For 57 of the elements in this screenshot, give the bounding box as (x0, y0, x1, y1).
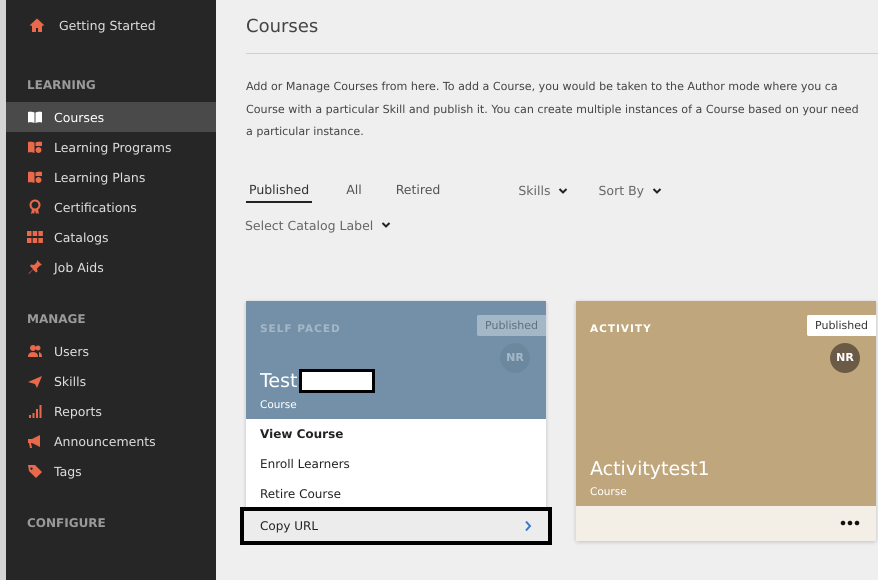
home-icon (29, 17, 45, 33)
chevron-down-icon (558, 186, 568, 196)
filter-dropdown[interactable]: Skills (518, 183, 568, 198)
chevron-right-icon (524, 520, 532, 532)
page-title: Courses (246, 16, 320, 37)
description-text: a particular instance. (246, 124, 365, 140)
nav-item[interactable]: Certifications (6, 192, 216, 222)
nav-item[interactable]: Getting Started (6, 10, 216, 40)
paper-plane-icon (27, 373, 43, 389)
filter-tab[interactable]: Retired (396, 178, 440, 203)
nav-item[interactable]: Learning Programs (6, 132, 216, 162)
grid-icon (27, 229, 43, 245)
description-text: Add or Manage Courses from here. To add a Course, you would be taken to the Author mode where you ca (246, 79, 839, 95)
card-type: ACTIVITY (590, 322, 652, 334)
chevron-down-icon (381, 220, 392, 230)
status-badge: Published (807, 314, 876, 336)
card-title: Test (260, 370, 298, 392)
nav-item[interactable]: Reports (6, 396, 216, 426)
tag-icon (27, 463, 43, 479)
users-icon (27, 343, 43, 359)
nav-item[interactable]: Learning Plans (6, 162, 216, 192)
description-text: Course with a particular Skill and publish it. You can create multiple instances of a Course based on your need (246, 102, 860, 118)
book-icon (27, 109, 43, 125)
section-heading: MANAGE (26, 311, 87, 328)
award-icon (27, 199, 43, 215)
nav-item[interactable]: Job Aids (6, 252, 216, 282)
card-subtitle: Course (590, 486, 628, 498)
catalog-label-dropdown[interactable]: Select Catalog Label (245, 218, 392, 232)
status-badge: Published (477, 314, 546, 336)
avatar: NR (830, 342, 860, 372)
avatar: NR (500, 342, 530, 372)
nav-item[interactable]: Skills (6, 366, 216, 396)
more-options-button[interactable] (838, 518, 862, 528)
card-title: Activitytest1 (590, 458, 710, 480)
megaphone-icon (27, 433, 43, 449)
menu-item[interactable]: View Course (246, 418, 546, 448)
nav-item[interactable]: Tags (6, 456, 216, 486)
book-clock-icon (27, 169, 43, 185)
section-heading: CONFIGURE (26, 515, 107, 532)
filter-tab[interactable]: All (346, 178, 362, 203)
bar-chart-icon (27, 403, 43, 419)
section-heading: LEARNING (26, 77, 97, 94)
nav-item[interactable]: Announcements (6, 426, 216, 456)
chevron-down-icon (652, 186, 662, 196)
menu-item[interactable]: Enroll Learners (246, 448, 546, 478)
course-card[interactable]: ACTIVITY Published NR Activitytest1 Course (576, 300, 876, 540)
nav-item[interactable]: Courses (6, 102, 216, 132)
filter-dropdown[interactable]: Sort By (598, 183, 662, 198)
book-clock-icon (27, 139, 43, 155)
nav-item[interactable]: Catalogs (6, 222, 216, 252)
more-icon (840, 520, 860, 526)
card-subtitle: Course (260, 398, 298, 410)
menu-item[interactable]: Copy URL (244, 510, 548, 540)
nav-item[interactable]: Users (6, 336, 216, 366)
filter-tab[interactable]: Published (246, 178, 312, 203)
menu-item[interactable]: Retire Course (246, 478, 546, 508)
pin-icon (27, 259, 43, 275)
